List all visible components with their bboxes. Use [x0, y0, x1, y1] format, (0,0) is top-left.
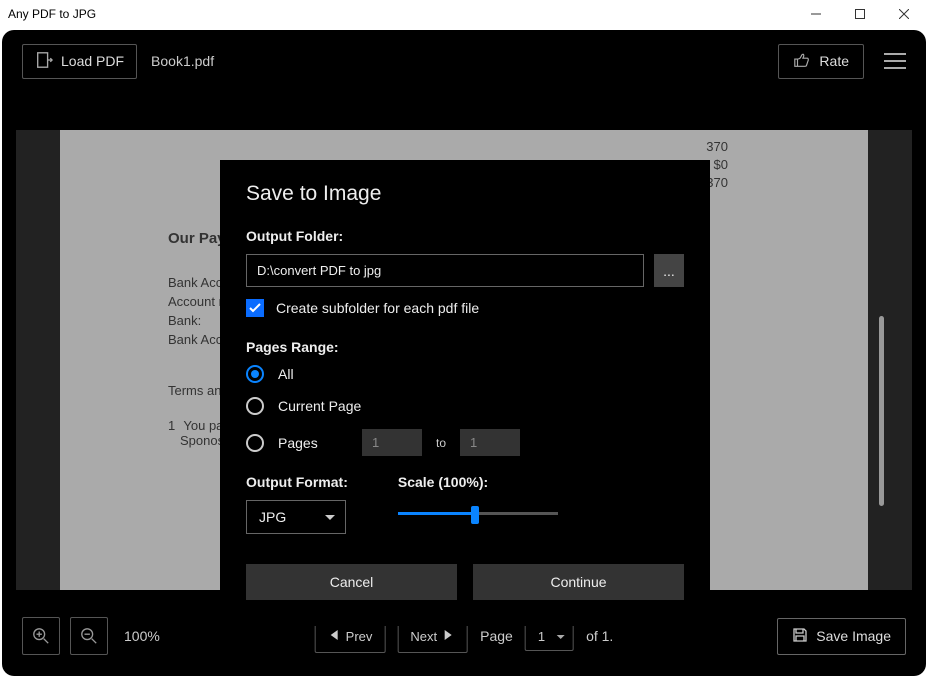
radio-current-page[interactable]: [246, 397, 264, 415]
save-image-button[interactable]: Save Image: [777, 618, 906, 655]
create-subfolder-checkbox[interactable]: [246, 299, 264, 317]
output-format-label: Output Format:: [246, 474, 348, 490]
load-pdf-icon: [35, 51, 53, 72]
pages-range-label: Pages Range:: [246, 339, 684, 355]
continue-button[interactable]: Continue: [473, 564, 684, 600]
load-pdf-label: Load PDF: [61, 53, 124, 69]
zoom-out-button[interactable]: [70, 617, 108, 655]
minimize-button[interactable]: [794, 0, 838, 28]
pages-from-input[interactable]: [362, 429, 422, 456]
current-filename: Book1.pdf: [151, 53, 214, 69]
maximize-button[interactable]: [838, 0, 882, 28]
hamburger-menu-icon[interactable]: [884, 53, 906, 69]
output-format-select[interactable]: JPG: [246, 500, 346, 534]
close-button[interactable]: [882, 0, 926, 28]
output-folder-input[interactable]: [246, 254, 644, 287]
radio-all[interactable]: [246, 365, 264, 383]
radio-pages[interactable]: [246, 434, 264, 452]
top-toolbar: Load PDF Book1.pdf Rate: [2, 30, 926, 92]
titlebar: Any PDF to JPG: [0, 0, 928, 28]
skip-prev-icon: [328, 629, 340, 644]
vertical-scrollbar[interactable]: [879, 316, 884, 506]
output-folder-label: Output Folder:: [246, 228, 684, 244]
create-subfolder-label: Create subfolder for each pdf file: [276, 300, 479, 316]
save-icon: [792, 627, 808, 646]
scale-label: Scale (100%):: [398, 474, 684, 490]
rate-label: Rate: [819, 53, 849, 69]
zoom-percent: 100%: [124, 628, 160, 644]
app-frame: Load PDF Book1.pdf Rate 370 $0 370 Our P…: [2, 30, 926, 676]
thumbs-up-icon: [793, 51, 811, 72]
dialog-title: Save to Image: [246, 182, 684, 206]
load-pdf-button[interactable]: Load PDF: [22, 44, 137, 79]
rate-button[interactable]: Rate: [778, 44, 864, 79]
window-title: Any PDF to JPG: [8, 7, 794, 21]
pages-to-input[interactable]: [460, 429, 520, 456]
skip-next-icon: [443, 629, 455, 644]
save-to-image-dialog: Save to Image Output Folder: ... Create …: [220, 160, 710, 626]
page-label: Page: [480, 628, 513, 644]
scale-slider[interactable]: [398, 500, 558, 528]
browse-folder-button[interactable]: ...: [654, 254, 684, 287]
zoom-in-button[interactable]: [22, 617, 60, 655]
page-of-label: of 1.: [586, 628, 613, 644]
cancel-button[interactable]: Cancel: [246, 564, 457, 600]
